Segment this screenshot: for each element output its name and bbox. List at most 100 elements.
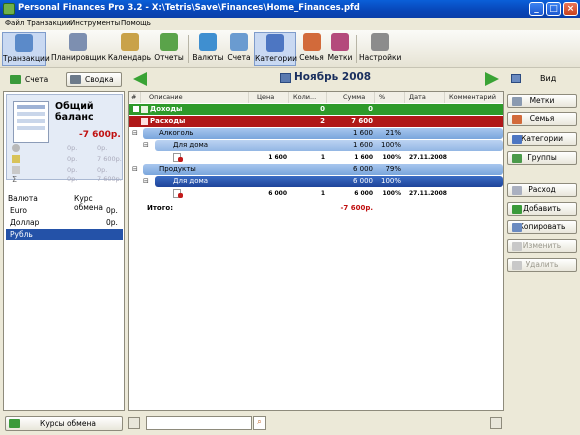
settings-icon: [371, 33, 389, 51]
transactions-icon: [15, 34, 33, 52]
right-panel-toggle-icon[interactable]: [490, 417, 502, 429]
balance-row-label: 0р.: [67, 155, 78, 163]
add-label: Добавить: [523, 204, 561, 213]
table-row-income[interactable]: Доходы 0 0: [129, 104, 503, 115]
copy-button[interactable]: Копировать: [507, 220, 577, 234]
balance-row-label: 0р.: [67, 144, 78, 152]
family-icon: [512, 115, 522, 124]
toolbar-separator: [188, 35, 189, 63]
balance-row-label: 0р.: [67, 175, 78, 183]
collapse-icon[interactable]: ⊟: [143, 176, 149, 187]
column-header-sum[interactable]: Сумма: [327, 92, 375, 103]
delete-button[interactable]: Удалить: [507, 258, 577, 272]
balance-row-label: 0р.: [67, 166, 78, 174]
row-date: 27.11.2008: [409, 154, 447, 161]
table-row-expense[interactable]: Расходы 2 7 600: [129, 116, 503, 127]
groups-label: Группы: [527, 153, 557, 162]
toolbar-label: Семья: [299, 53, 324, 62]
menu-file[interactable]: Файл: [5, 19, 24, 27]
period-label[interactable]: Ноябрь 2008: [294, 71, 371, 83]
row-sum: 1 600: [352, 129, 373, 137]
tags-icon: [331, 33, 349, 51]
table-row-subcategory[interactable]: ⊟ Для дома 1 600 100%: [129, 140, 503, 151]
currency-column-header: Валюта: [8, 194, 38, 203]
prev-period-arrow-icon[interactable]: [133, 72, 147, 86]
exchange-rates-label: Курсы обмена: [40, 419, 96, 428]
delete-icon: [512, 261, 522, 270]
column-header-percent[interactable]: %: [375, 92, 405, 103]
column-header-description[interactable]: Описание: [141, 92, 249, 103]
groups-button[interactable]: Группы: [507, 151, 577, 165]
toolbar-tags[interactable]: Метки: [327, 32, 353, 66]
toolbar-categories[interactable]: Категории: [254, 32, 297, 66]
toolbar-calendar[interactable]: Календарь: [107, 32, 152, 66]
toolbar-family[interactable]: Семья: [298, 32, 325, 66]
table-row-transaction[interactable]: 1 600 1 1 600 100% 27.11.2008: [129, 152, 503, 163]
row-percent: 21%: [385, 129, 401, 137]
row-percent: 100%: [382, 190, 401, 197]
column-header-number[interactable]: #: [129, 92, 141, 103]
close-button[interactable]: ×: [563, 2, 578, 16]
transactions-grid: # Описание Цена Коли... Сумма % Дата Ком…: [128, 91, 504, 411]
app-icon: [3, 3, 15, 15]
panel-toggle-icon[interactable]: [128, 417, 140, 429]
table-row-category[interactable]: ⊟ Алкоголь 1 600 21%: [129, 128, 503, 139]
table-row-subcategory-selected[interactable]: ⊟ Для дома 6 000 100%: [129, 176, 503, 187]
column-header-quantity[interactable]: Коли...: [289, 92, 327, 103]
collapse-icon[interactable]: ⊟: [143, 140, 149, 151]
column-header-price[interactable]: Цена: [249, 92, 289, 103]
table-row-category[interactable]: ⊟ Продукты 6 000 79%: [129, 164, 503, 175]
table-row-transaction[interactable]: 6 000 1 6 000 100% 27.11.2008: [129, 188, 503, 199]
currency-rate: 0р.: [106, 206, 118, 215]
expense-marker-icon: [178, 157, 183, 162]
toolbar-currencies[interactable]: Валюты: [192, 32, 224, 66]
tags-button[interactable]: Метки: [507, 94, 577, 108]
column-header-comment[interactable]: Комментарий: [445, 92, 503, 103]
main-toolbar: Транзакции Планировщик Календарь Отчеты …: [0, 30, 580, 68]
expand-icon[interactable]: [133, 106, 139, 112]
row-description: Доходы: [150, 105, 183, 113]
expense-type-button[interactable]: Расход: [507, 183, 577, 197]
toolbar-transactions[interactable]: Транзакции: [2, 32, 50, 66]
row-sum: 6 000: [352, 177, 373, 185]
collapse-icon[interactable]: ⊟: [132, 164, 138, 175]
menu-transactions[interactable]: Транзакции: [27, 19, 71, 27]
toolbar-reports[interactable]: Отчеты: [154, 32, 184, 66]
accounts-view-button[interactable]: Счета: [6, 72, 56, 87]
categories-button[interactable]: Категории: [507, 132, 577, 146]
currencies-icon: [199, 33, 217, 51]
currency-row-ruble[interactable]: Рубль: [6, 229, 123, 240]
menu-tools[interactable]: Инструменты: [70, 19, 120, 27]
search-input[interactable]: [146, 416, 252, 430]
exchange-rates-icon: [9, 419, 20, 428]
categories-icon: [512, 135, 522, 144]
toolbar-label: Категории: [255, 54, 297, 63]
search-icon[interactable]: ⌕: [253, 416, 266, 430]
row-sum: 6 000: [352, 165, 373, 173]
maximize-button[interactable]: □: [546, 2, 561, 16]
edit-button[interactable]: Изменить: [507, 239, 577, 253]
expense-folder-icon: [141, 118, 148, 125]
row-quantity: 1: [320, 190, 325, 197]
toolbar-label: Валюты: [192, 53, 224, 62]
family-icon: [302, 33, 321, 51]
toolbar-accounts[interactable]: Счета: [226, 32, 252, 66]
add-button[interactable]: Добавить: [507, 202, 577, 216]
column-header-date[interactable]: Дата: [405, 92, 445, 103]
collapse-icon[interactable]: ⊟: [132, 128, 138, 139]
row-price: 6 000: [268, 190, 287, 197]
currency-name: Рубль: [10, 230, 33, 239]
menu-help[interactable]: Помощь: [121, 19, 151, 27]
view-button[interactable]: Вид: [540, 74, 556, 83]
toolbar-settings[interactable]: Настройки: [359, 32, 401, 66]
row-description: Продукты: [159, 165, 196, 173]
summary-view-button[interactable]: Сводка: [66, 72, 122, 87]
currency-row-euro[interactable]: Euro 0р.: [6, 205, 123, 216]
exchange-rates-button[interactable]: Курсы обмена: [5, 416, 123, 431]
calendar-icon: [120, 33, 139, 51]
next-period-arrow-icon[interactable]: [485, 72, 499, 86]
currency-row-dollar[interactable]: Доллар 0р.: [6, 217, 123, 228]
toolbar-scheduler[interactable]: Планировщик: [51, 32, 106, 66]
minimize-button[interactable]: _: [529, 2, 544, 16]
family-button[interactable]: Семья: [507, 112, 577, 126]
